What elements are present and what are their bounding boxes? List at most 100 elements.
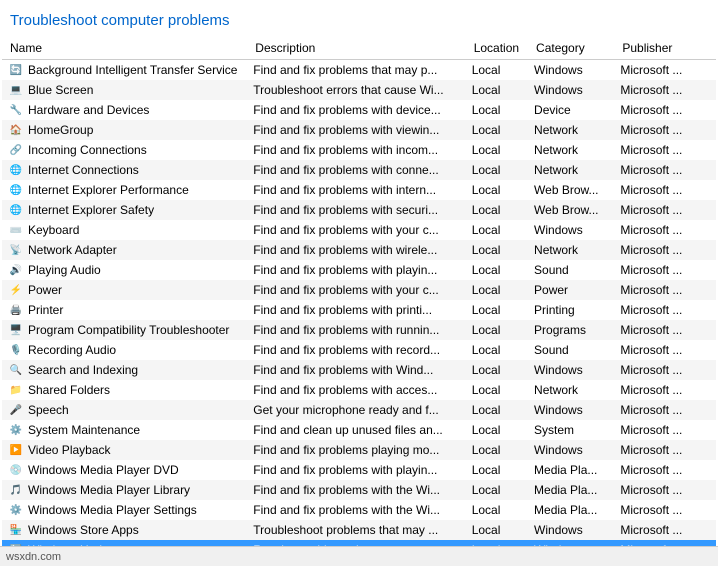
main-container: Troubleshoot computer problems Name Desc… (0, 0, 718, 566)
cell-name: 🖨️ Printer (2, 300, 247, 320)
cell-category: Sound (528, 340, 614, 360)
cell-description: Find and fix problems with your c... (247, 220, 465, 240)
table-row[interactable]: 💻Blue ScreenTroubleshoot errors that cau… (2, 80, 716, 100)
cell-publisher: Microsoft ... (614, 100, 716, 120)
cell-publisher: Microsoft ... (614, 200, 716, 220)
cell-category: Network (528, 380, 614, 400)
net-icon: 📡 (8, 242, 24, 258)
row-name-text: Blue Screen (28, 83, 93, 97)
cell-name: 🏪Windows Store Apps (2, 520, 247, 540)
row-name-text: Windows Media Player DVD (28, 463, 179, 477)
cell-description: Find and fix problems with wirele... (247, 240, 465, 260)
col-header-description[interactable]: Description (247, 37, 465, 60)
cell-location: Local (466, 420, 528, 440)
cell-category: Windows (528, 440, 614, 460)
row-name-text: Internet Explorer Performance (28, 183, 189, 197)
cell-name: 📁Shared Folders (2, 380, 247, 400)
speech-icon: 🎤 (8, 402, 24, 418)
col-header-location[interactable]: Location (466, 37, 528, 60)
row-name-text: Internet Explorer Safety (28, 203, 154, 217)
table-row[interactable]: 🏪Windows Store AppsTroubleshoot problems… (2, 520, 716, 540)
cell-category: Printing (528, 300, 614, 320)
cell-publisher: Microsoft ... (614, 280, 716, 300)
cell-category: Windows (528, 360, 614, 380)
cell-description: Find and fix problems with acces... (247, 380, 465, 400)
cell-category: Media Pla... (528, 500, 614, 520)
table-row[interactable]: 🌐Internet Explorer SafetyFind and fix pr… (2, 200, 716, 220)
row-name-text: Printer (28, 303, 63, 317)
row-name-text: Speech (28, 403, 69, 417)
table-row[interactable]: 🔊Playing AudioFind and fix problems with… (2, 260, 716, 280)
table-row[interactable]: 📁Shared FoldersFind and fix problems wit… (2, 380, 716, 400)
table-row[interactable]: 🎵Windows Media Player LibraryFind and fi… (2, 480, 716, 500)
row-name-text: Power (28, 283, 62, 297)
cell-category: Programs (528, 320, 614, 340)
table-row[interactable]: 🔗Incoming ConnectionsFind and fix proble… (2, 140, 716, 160)
table-row[interactable]: 🖨️PrinterFind and fix problems with prin… (2, 300, 716, 320)
power-icon: ⚡ (8, 282, 24, 298)
store-icon: 🏪 (8, 522, 24, 538)
table-row[interactable]: ⚙️Windows Media Player SettingsFind and … (2, 500, 716, 520)
cell-name: 🌐Internet Connections (2, 160, 247, 180)
bsod-icon: 💻 (8, 82, 24, 98)
cell-publisher: Microsoft ... (614, 480, 716, 500)
dvd-icon: 💿 (8, 462, 24, 478)
table-row[interactable]: 🎙️Recording AudioFind and fix problems w… (2, 340, 716, 360)
table-row[interactable]: 🔍Search and IndexingFind and fix problem… (2, 360, 716, 380)
cell-publisher: Microsoft ... (614, 320, 716, 340)
footer-bar: wsxdn.com (0, 546, 718, 566)
row-name-text: System Maintenance (28, 423, 140, 437)
cell-publisher: Microsoft ... (614, 300, 716, 320)
cell-name: 🎵Windows Media Player Library (2, 480, 247, 500)
cell-description: Get your microphone ready and f... (247, 400, 465, 420)
table-row[interactable]: ⚡PowerFind and fix problems with your c.… (2, 280, 716, 300)
cell-category: System (528, 420, 614, 440)
cell-location: Local (466, 360, 528, 380)
cell-name: 🔊Playing Audio (2, 260, 247, 280)
cell-location: Local (466, 460, 528, 480)
table-row[interactable]: ⌨️KeyboardFind and fix problems with you… (2, 220, 716, 240)
table-row[interactable]: 📡Network AdapterFind and fix problems wi… (2, 240, 716, 260)
table-row[interactable]: 🌐Internet ConnectionsFind and fix proble… (2, 160, 716, 180)
cell-publisher: Microsoft ... (614, 440, 716, 460)
col-header-publisher[interactable]: Publisher (614, 37, 716, 60)
cell-location: Local (466, 100, 528, 120)
table-wrapper[interactable]: Name Description Location Category Publi… (0, 37, 718, 546)
cell-location: Local (466, 520, 528, 540)
cell-location: Local (466, 440, 528, 460)
col-header-category[interactable]: Category (528, 37, 614, 60)
cell-location: Local (466, 80, 528, 100)
table-header: Name Description Location Category Publi… (2, 37, 716, 60)
table-row[interactable]: 🎤 Speech Get your microphone ready and f..… (2, 400, 716, 420)
table-row[interactable]: 🔄Background Intelligent Transfer Service… (2, 60, 716, 81)
compat-icon: 🖥️ (8, 322, 24, 338)
row-name-text: Search and Indexing (28, 363, 138, 377)
row-name-text: Windows Media Player Library (28, 483, 190, 497)
cell-category: Network (528, 240, 614, 260)
page-title[interactable]: Troubleshoot computer problems (10, 12, 230, 29)
cell-description: Find and clean up unused files an... (247, 420, 465, 440)
table-row[interactable]: 🏠HomeGroupFind and fix problems with vie… (2, 120, 716, 140)
table-row[interactable]: 🔧Hardware and DevicesFind and fix proble… (2, 100, 716, 120)
table-row[interactable]: ▶️Video PlaybackFind and fix problems pl… (2, 440, 716, 460)
cell-name: ⚙️ System Maintenance (2, 420, 247, 440)
cell-description: Find and fix problems with runnin... (247, 320, 465, 340)
wmpset-icon: ⚙️ (8, 502, 24, 518)
ic-icon: 🔗 (8, 142, 24, 158)
cell-publisher: Microsoft ... (614, 400, 716, 420)
row-name-text: HomeGroup (28, 123, 93, 137)
table-row[interactable]: 🖥️Program Compatibility TroubleshooterFi… (2, 320, 716, 340)
cell-location: Local (466, 240, 528, 260)
print-icon: 🖨️ (8, 302, 24, 318)
cell-category: Network (528, 140, 614, 160)
row-name-text: Video Playback (28, 443, 111, 457)
sys-icon: ⚙️ (8, 422, 24, 438)
cell-publisher: Microsoft ... (614, 140, 716, 160)
col-header-name[interactable]: Name (2, 37, 247, 60)
cell-category: Network (528, 120, 614, 140)
cell-description: Find and fix problems with the Wi... (247, 500, 465, 520)
table-row[interactable]: 🌐Internet Explorer PerformanceFind and f… (2, 180, 716, 200)
table-row[interactable]: ⚙️ System Maintenance Find and clean up un… (2, 420, 716, 440)
table-row[interactable]: 💿Windows Media Player DVDFind and fix pr… (2, 460, 716, 480)
title-bar: Troubleshoot computer problems (0, 0, 718, 37)
